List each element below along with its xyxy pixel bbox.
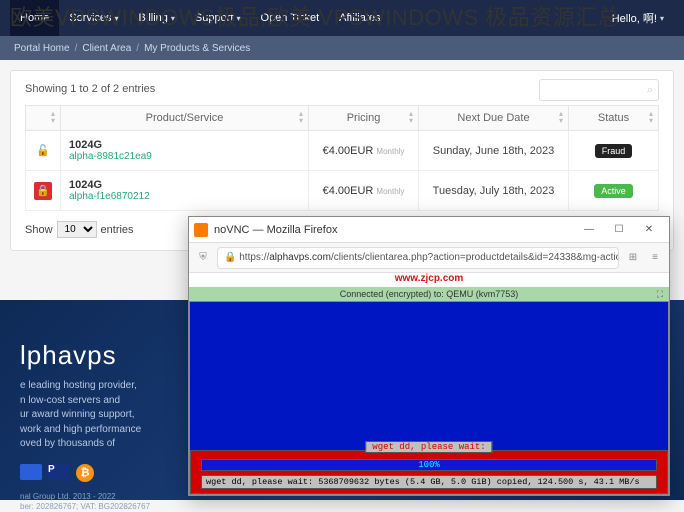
menu-icon[interactable]: ≡ [647, 252, 663, 263]
url-scheme: https:// [239, 252, 269, 263]
show-label-pre: Show [25, 224, 53, 236]
breadcrumb-sep: / [75, 43, 78, 54]
sort-icon: ▴▾ [51, 110, 55, 124]
breadcrumb-current: My Products & Services [144, 43, 250, 54]
paypal-icon: P [48, 464, 70, 480]
due-date: Tuesday, July 18th, 2023 [433, 185, 555, 197]
window-maximize-button[interactable]: ☐ [604, 219, 634, 241]
window-titlebar[interactable]: noVNC — Mozilla Firefox — ☐ ✕ [189, 217, 669, 243]
footer-logo-b: vps [73, 340, 116, 370]
vnc-dialog: wget dd, please wait: 100% wget dd, plea… [190, 450, 668, 494]
shield-icon[interactable]: ⛨ [195, 252, 211, 263]
col-due-label: Next Due Date [457, 112, 529, 124]
vnc-status-bar: Connected (encrypted) to: QEMU (kvm7753)… [189, 287, 669, 301]
price-amount: €4.00EUR [323, 185, 374, 197]
chevron-down-icon: ▾ [171, 14, 175, 23]
extension-icon[interactable]: ⊞ [625, 252, 641, 263]
vnc-dialog-title: wget dd, please wait: [365, 441, 492, 453]
col-product[interactable]: Product/Service ▴▾ [61, 106, 309, 131]
products-table: ▴▾ Product/Service ▴▾ Pricing ▴▾ Next Due … [25, 105, 659, 211]
firefox-window: noVNC — Mozilla Firefox — ☐ ✕ ⛨ 🔒 https:… [188, 216, 670, 496]
chevron-down-icon: ▾ [660, 14, 664, 23]
col-product-label: Product/Service [146, 112, 224, 124]
lock-icon: 🔒 [224, 252, 236, 263]
product-hostname[interactable]: alpha-f1e6870212 [69, 191, 300, 202]
price-period: Monthly [376, 147, 404, 156]
chevron-down-icon: ▾ [115, 14, 119, 23]
breadcrumb-client-area[interactable]: Client Area [82, 43, 131, 54]
footer-tagline: e leading hosting provider, n low-cost s… [20, 379, 210, 452]
search-icon: ⌕ [647, 84, 653, 97]
breadcrumb-portal-home[interactable]: Portal Home [14, 43, 70, 54]
progress-bar: 100% [201, 459, 657, 471]
col-due[interactable]: Next Due Date ▴▾ [419, 106, 569, 131]
status-badge: Active [594, 184, 633, 198]
product-name: 1024G [69, 179, 300, 191]
fullscreen-icon[interactable]: ⛶ [657, 287, 663, 301]
col-status-label: Status [598, 112, 629, 124]
product-hostname[interactable]: alpha-8981c21ea9 [69, 151, 300, 162]
show-label-post: entries [101, 224, 134, 236]
col-status[interactable]: Status ▴▾ [569, 106, 659, 131]
bitcoin-icon: ₿ [76, 464, 94, 482]
price-period: Monthly [376, 187, 404, 196]
firefox-favicon [194, 223, 208, 237]
sort-icon: ▴▾ [299, 110, 303, 124]
address-bar[interactable]: 🔒 https://alphavps.com/clients/clientare… [217, 247, 619, 269]
search-input[interactable]: ⌕ [539, 79, 659, 101]
page-overlay-title: 欧美VPSWINDOWS极品;欧美 VPSWINDOWS 极品资源汇总 [10, 0, 620, 32]
due-date: Sunday, June 18th, 2023 [433, 145, 555, 157]
vnc-screen[interactable]: wget dd, please wait: 100% wget dd, plea… [189, 301, 669, 495]
browser-toolbar: ⛨ 🔒 https://alphavps.com/clients/clienta… [189, 243, 669, 273]
lock-open-icon: 🔓 [36, 145, 50, 157]
entries-select[interactable]: 10 [57, 221, 97, 238]
sort-icon: ▴▾ [559, 110, 563, 124]
progress-fill: 100% [202, 460, 656, 470]
table-row[interactable]: 🔓 1024Galpha-8981c21ea9 €4.00EUR Monthly Su… [26, 131, 659, 171]
status-badge: Fraud [595, 144, 633, 158]
lock-closed-icon: 🔒 [34, 182, 52, 200]
window-title: noVNC — Mozilla Firefox [214, 224, 574, 236]
window-close-button[interactable]: ✕ [634, 219, 664, 241]
col-pricing-label: Pricing [347, 112, 381, 124]
breadcrumb-sep: / [136, 43, 139, 54]
col-pricing[interactable]: Pricing ▴▾ [309, 106, 419, 131]
breadcrumb: Portal Home / Client Area / My Products … [0, 36, 684, 60]
footer-legal-2: ber: 202826767; VAT: BG202826767 [20, 502, 664, 512]
vnc-output-text: wget dd, please wait: 5368709632 bytes (… [201, 475, 657, 489]
footer-logo-a: lpha [20, 340, 73, 370]
url-domain: alphavps.com [269, 252, 331, 263]
sort-icon: ▴▾ [409, 110, 413, 124]
chevron-down-icon: ▾ [236, 14, 240, 23]
window-minimize-button[interactable]: — [574, 219, 604, 241]
url-path: /clients/clientarea.php?action=productde… [331, 252, 619, 263]
watermark-text: www.zjcp.com [189, 273, 669, 287]
price-amount: €4.00EUR [323, 145, 374, 157]
vnc-status-text: Connected (encrypted) to: QEMU (kvm7753) [340, 289, 519, 299]
col-icon[interactable]: ▴▾ [26, 106, 61, 131]
sort-icon: ▴▾ [649, 110, 653, 124]
table-row[interactable]: 🔒 1024Galpha-f1e6870212 €4.00EUR Monthly Tu… [26, 171, 659, 211]
payment-card-icon [20, 464, 42, 480]
product-name: 1024G [69, 139, 300, 151]
